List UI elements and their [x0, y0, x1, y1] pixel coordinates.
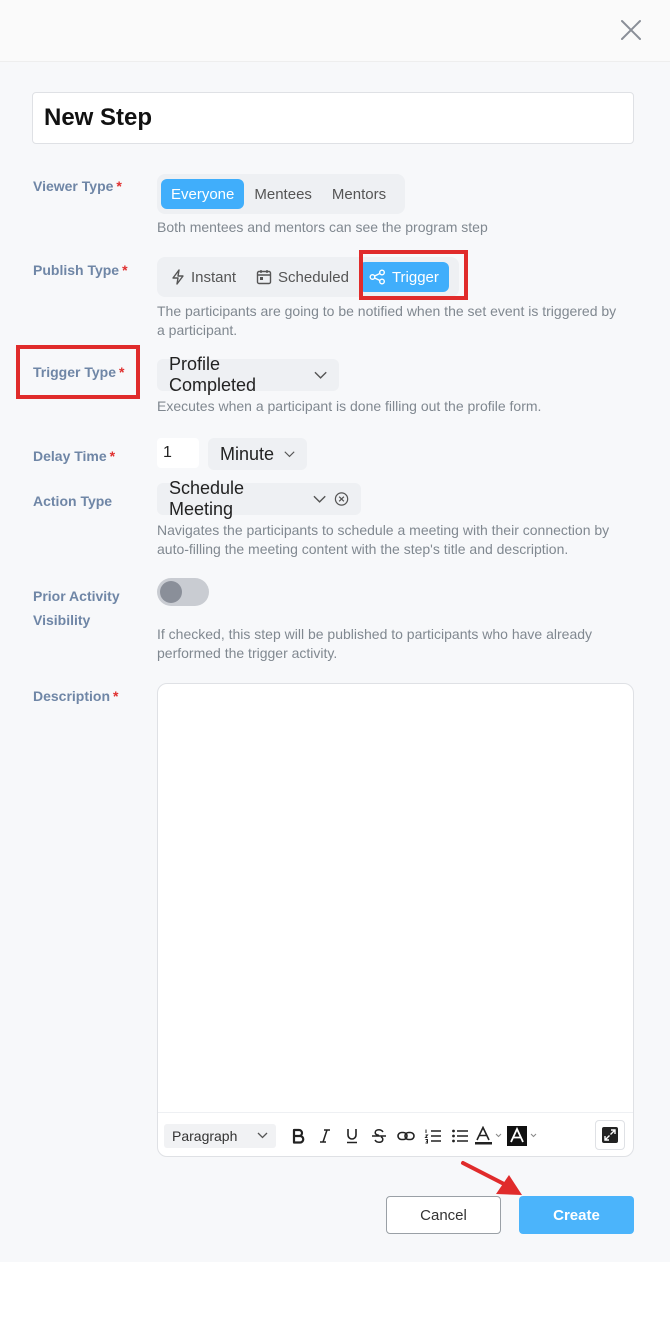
- bolt-icon: [172, 269, 184, 285]
- delay-unit-dropdown[interactable]: Minute: [208, 438, 307, 470]
- viewer-type-everyone[interactable]: Everyone: [161, 179, 245, 209]
- delay-time-label: Delay Time *: [33, 448, 116, 464]
- font-color-button[interactable]: [473, 1123, 505, 1149]
- italic-button[interactable]: [311, 1123, 338, 1149]
- prior-activity-label-line2: Visibility: [33, 612, 91, 628]
- viewer-type-mentees[interactable]: Mentees: [244, 179, 322, 209]
- red-arrow-annotation: [461, 1161, 522, 1195]
- chevron-down-icon: [257, 1132, 268, 1139]
- expand-icon: [602, 1127, 618, 1143]
- modal-header: [0, 0, 670, 62]
- highlight-color-icon: [507, 1125, 537, 1146]
- underline-button[interactable]: [338, 1123, 365, 1149]
- close-icon: [621, 20, 641, 40]
- prior-activity-label-line1: Prior Activity: [33, 588, 120, 604]
- link-button[interactable]: [392, 1123, 419, 1149]
- trigger-type-help: Executes when a participant is done fill…: [157, 398, 542, 414]
- numbered-list-icon: [424, 1129, 441, 1143]
- action-type-dropdown[interactable]: Schedule Meeting: [157, 478, 361, 519]
- viewer-type-mentors[interactable]: Mentors: [322, 179, 396, 209]
- toggle-knob: [160, 581, 182, 603]
- cancel-button[interactable]: Cancel: [386, 1196, 501, 1234]
- italic-icon: [319, 1128, 330, 1143]
- strikethrough-icon: [371, 1128, 386, 1143]
- publish-type-help: The participants are going to be notifie…: [157, 303, 617, 338]
- step-title-text: New Step: [44, 104, 153, 131]
- numbered-list-button[interactable]: [419, 1123, 446, 1149]
- strikethrough-button[interactable]: [365, 1123, 392, 1149]
- close-button[interactable]: [617, 16, 645, 44]
- calendar-icon: [256, 270, 272, 285]
- bullet-list-button[interactable]: [446, 1123, 473, 1149]
- publish-type-instant[interactable]: Instant: [161, 262, 246, 292]
- bold-button[interactable]: [284, 1123, 311, 1149]
- link-icon: [397, 1131, 415, 1140]
- viewer-type-label: Viewer Type *: [33, 178, 122, 194]
- trigger-type-label: Trigger Type *: [33, 364, 125, 380]
- fullscreen-button[interactable]: [595, 1120, 625, 1150]
- action-type-label: Action Type: [33, 493, 113, 509]
- description-editor: Paragraph: [157, 683, 634, 1157]
- prior-activity-toggle[interactable]: [157, 578, 209, 606]
- paragraph-format-select[interactable]: Paragraph: [164, 1123, 277, 1148]
- description-label: Description *: [33, 688, 119, 704]
- bold-icon: [292, 1128, 305, 1144]
- publish-type-label: Publish Type *: [33, 262, 128, 278]
- chevron-down-icon: [313, 495, 326, 503]
- viewer-type-selector: Everyone Mentees Mentors: [157, 174, 405, 214]
- underline-icon: [346, 1129, 357, 1144]
- chevron-down-icon: [314, 371, 327, 379]
- viewer-type-help: Both mentees and mentors can see the pro…: [157, 219, 488, 235]
- font-color-icon: [475, 1125, 502, 1144]
- editor-toolbar: Paragraph: [158, 1112, 633, 1156]
- chevron-down-icon: [284, 450, 295, 457]
- trigger-highlight-box: [359, 250, 468, 300]
- action-type-help: Navigates the participants to schedule a…: [157, 522, 610, 557]
- trigger-type-dropdown[interactable]: Profile Completed: [157, 354, 339, 395]
- bullet-list-icon: [451, 1129, 468, 1142]
- description-text-area[interactable]: [158, 684, 633, 1112]
- highlight-color-button[interactable]: [505, 1123, 539, 1149]
- clear-circle-icon[interactable]: [334, 491, 349, 507]
- step-title-input[interactable]: New Step: [32, 92, 634, 144]
- delay-time-input[interactable]: 1: [157, 438, 199, 468]
- create-button[interactable]: Create: [519, 1196, 634, 1234]
- publish-type-scheduled[interactable]: Scheduled: [246, 262, 359, 292]
- prior-activity-help: If checked, this step will be published …: [157, 626, 593, 661]
- new-step-panel: New Step Viewer Type * Everyone Mentees M…: [0, 0, 670, 1262]
